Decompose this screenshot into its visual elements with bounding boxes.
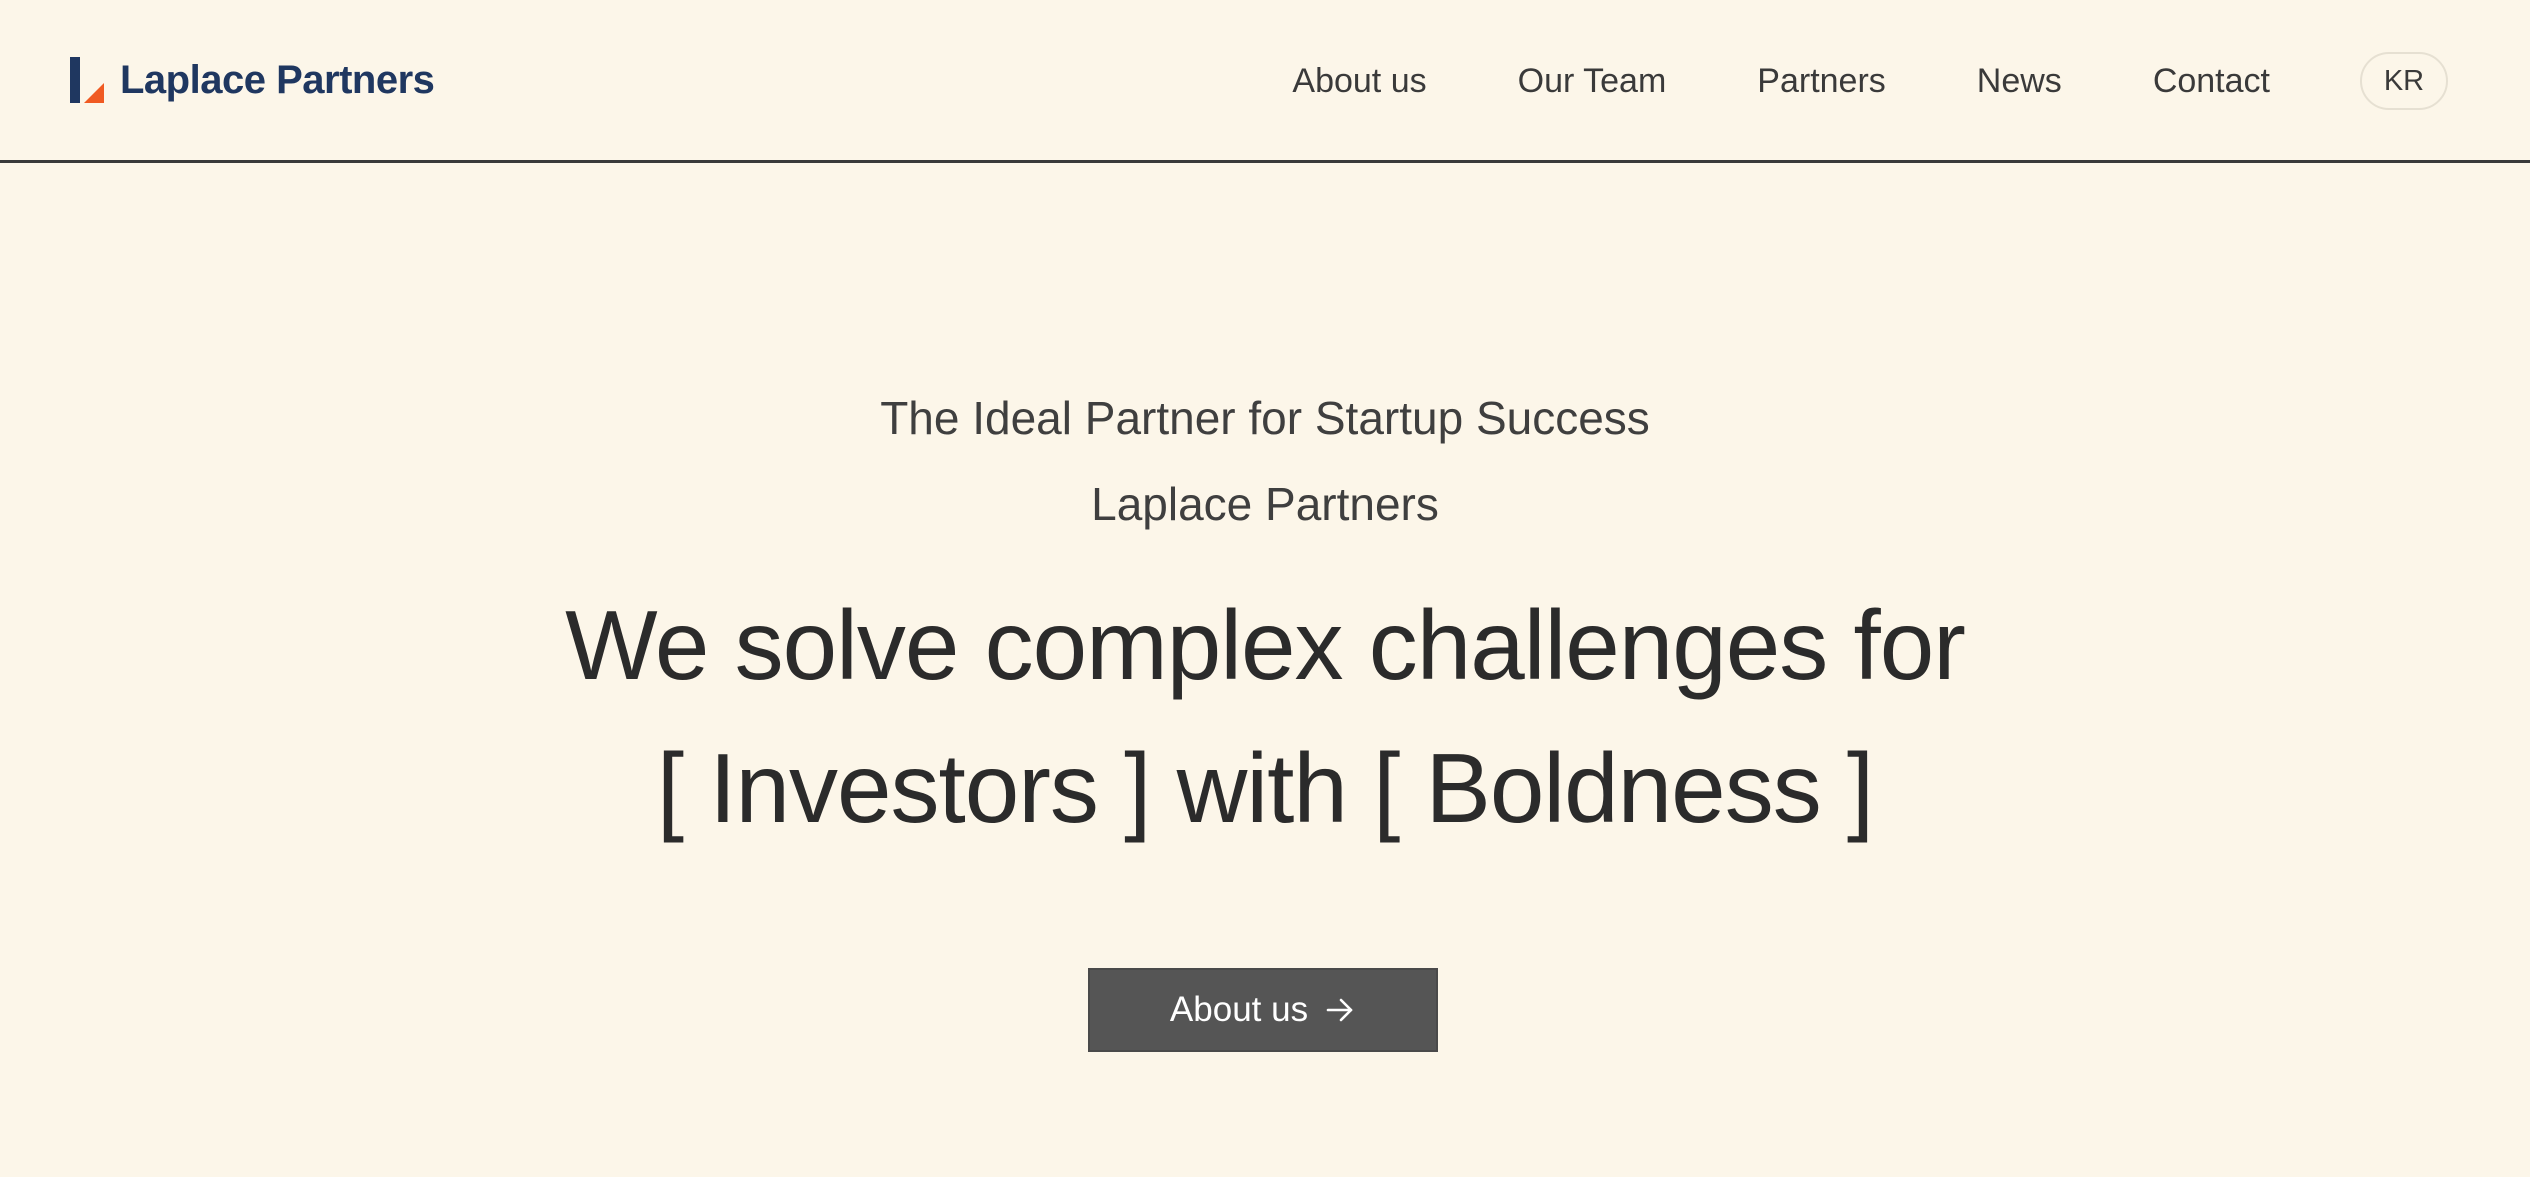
arrow-right-icon [1326,998,1353,1022]
nav-about-us[interactable]: About us [1292,62,1426,101]
hero-headline-line-1: We solve complex challenges for [565,590,1966,700]
nav-contact[interactable]: Contact [2153,62,2270,101]
language-toggle-button[interactable]: KR [2360,52,2448,110]
hero-company-name: Laplace Partners [1091,478,1439,530]
nav-our-team[interactable]: Our Team [1518,62,1667,101]
hero-headline-line-2: [ Investors ] with [ Boldness ] [656,733,1874,843]
about-us-cta-button[interactable]: About us [1088,968,1438,1052]
hero-section: The Ideal Partner for Startup Success La… [0,163,2530,1177]
nav-news[interactable]: News [1977,62,2062,101]
laplace-l-logo-icon [70,57,104,103]
site-header: Laplace Partners About us Our Team Partn… [0,0,2530,163]
brand-name: Laplace Partners [120,57,435,102]
brand-logo-link[interactable]: Laplace Partners [70,52,435,108]
hero-eyebrow: The Ideal Partner for Startup Success [880,392,1650,444]
main-nav: About us Our Team Partners News Contact … [1292,48,2448,114]
cta-label: About us [1169,990,1309,1029]
nav-partners[interactable]: Partners [1757,62,1886,101]
